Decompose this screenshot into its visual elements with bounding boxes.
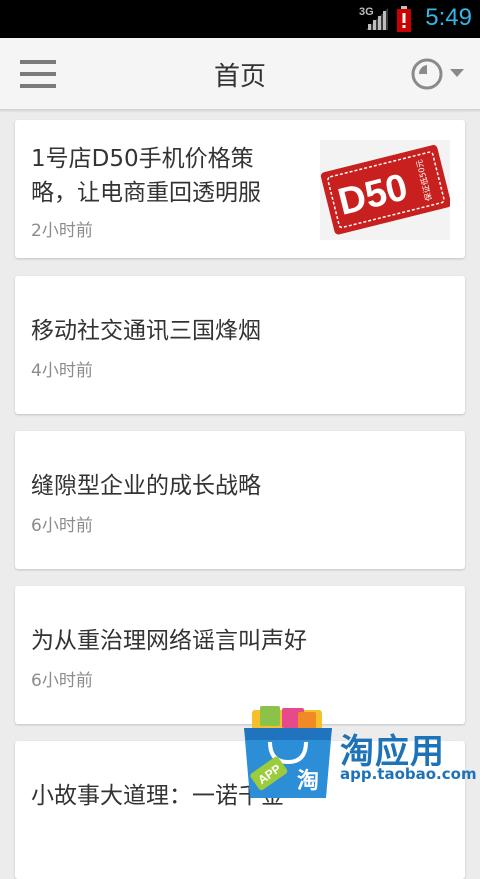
article-title: 1号店D50手机价格策 略，让电商重回透明服: [31, 142, 261, 210]
article-time: 6小时前: [31, 516, 93, 536]
status-bar: 3G 5:49: [0, 0, 480, 38]
status-clock: 5:49: [425, 4, 472, 31]
shopping-bag-logo-icon: APP 淘: [244, 706, 332, 798]
page-title: 首页: [213, 62, 266, 92]
watermark-url: app.taobao.com: [340, 765, 477, 783]
signal-icon: [366, 8, 388, 30]
article-card-2[interactable]: 移动社交通讯三国烽烟 4小时前: [15, 276, 465, 414]
article-time: 4小时前: [31, 361, 93, 381]
article-title-line-1: 1号店D50手机价格策: [31, 146, 254, 172]
article-card-1[interactable]: 1号店D50手机价格策 略，让电商重回透明服 2小时前 D50 保证低50元: [15, 120, 465, 258]
article-thumbnail: D50 保证低50元: [320, 140, 452, 240]
history-dropdown-button[interactable]: [410, 58, 468, 92]
article-card-3[interactable]: 缝隙型企业的成长战略 6小时前: [15, 431, 465, 569]
article-time: 6小时前: [31, 671, 93, 691]
article-title-line-2: 略，让电商重回透明服: [31, 180, 261, 206]
article-title: 缝隙型企业的成长战略: [31, 473, 261, 499]
article-card-4[interactable]: 为从重治理网络谣言叫声好 6小时前: [15, 586, 465, 724]
article-title: 为从重治理网络谣言叫声好: [31, 628, 307, 654]
article-title: 移动社交通讯三国烽烟: [31, 318, 261, 344]
bag-character-text: 淘: [297, 768, 319, 794]
clock-dropdown-icon: [411, 58, 464, 90]
battery-alert-icon: [397, 6, 411, 32]
d50-coupon-image: D50 保证低50元: [320, 140, 452, 240]
action-bar: 首页: [0, 38, 480, 110]
article-time: 2小时前: [31, 221, 93, 241]
taobao-app-watermark: APP 淘 淘应用 app.taobao.com: [242, 706, 480, 800]
